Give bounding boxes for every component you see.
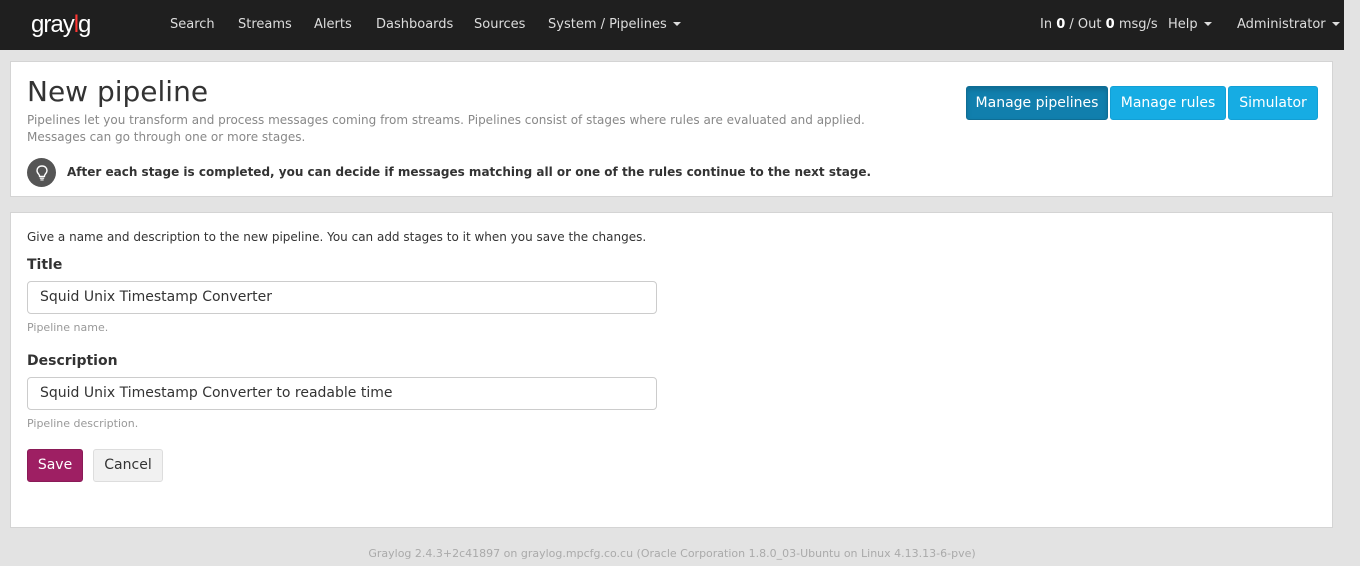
nav-sources[interactable]: Sources bbox=[474, 0, 525, 50]
chevron-down-icon bbox=[1203, 22, 1212, 26]
nav-alerts[interactable]: Alerts bbox=[314, 0, 352, 50]
nav-help-label: Help bbox=[1168, 17, 1198, 32]
lightbulb-icon bbox=[27, 158, 56, 187]
chevron-down-icon bbox=[672, 22, 681, 26]
page-header-panel: New pipeline Pipelines let you transform… bbox=[10, 61, 1333, 197]
nav-user-menu[interactable]: Administrator bbox=[1237, 0, 1340, 50]
throughput-in-value: 0 bbox=[1056, 17, 1066, 32]
nav-streams[interactable]: Streams bbox=[238, 0, 292, 50]
title-label: Title bbox=[27, 257, 63, 273]
logo-text-left: gray bbox=[31, 11, 75, 38]
nav-search[interactable]: Search bbox=[170, 0, 215, 50]
nav-system-label: System / Pipelines bbox=[548, 17, 667, 32]
hint-text: After each stage is completed, you can d… bbox=[67, 165, 872, 179]
throughput-indicator: In 0 / Out 0 msg/s bbox=[1040, 0, 1158, 50]
cancel-button[interactable]: Cancel bbox=[93, 449, 163, 482]
footer-version: Graylog 2.4.3+2c41897 on graylog.mpcfg.c… bbox=[368, 547, 976, 560]
graylog-logo[interactable]: graylg bbox=[31, 11, 91, 39]
description-help: Pipeline description. bbox=[27, 417, 139, 430]
simulator-button[interactable]: Simulator bbox=[1228, 86, 1318, 120]
page-description: Pipelines let you transform and process … bbox=[27, 113, 865, 144]
nav-help[interactable]: Help bbox=[1168, 0, 1212, 50]
nav-user-label: Administrator bbox=[1237, 17, 1326, 32]
throughput-unit: msg/s bbox=[1118, 17, 1158, 32]
nav-dashboards[interactable]: Dashboards bbox=[376, 0, 453, 50]
scrollbar-track bbox=[1344, 0, 1360, 566]
throughput-in-label: In bbox=[1040, 17, 1053, 32]
throughput-out-value: 0 bbox=[1105, 17, 1115, 32]
description-input[interactable]: Squid Unix Timestamp Converter to readab… bbox=[27, 377, 657, 410]
manage-pipelines-button[interactable]: Manage pipelines bbox=[966, 86, 1108, 120]
pipeline-form-panel: Give a name and description to the new p… bbox=[10, 212, 1333, 528]
throughput-separator: / Out bbox=[1065, 17, 1106, 32]
description-label: Description bbox=[27, 353, 118, 369]
logo-text-right: g bbox=[78, 11, 91, 38]
save-button[interactable]: Save bbox=[27, 449, 83, 482]
manage-rules-button[interactable]: Manage rules bbox=[1110, 86, 1226, 120]
page-title: New pipeline bbox=[27, 75, 209, 108]
title-input[interactable]: Squid Unix Timestamp Converter bbox=[27, 281, 657, 314]
form-intro: Give a name and description to the new p… bbox=[27, 230, 647, 244]
nav-system-pipelines[interactable]: System / Pipelines bbox=[548, 0, 681, 50]
title-help: Pipeline name. bbox=[27, 321, 109, 334]
top-navbar: graylg Search Streams Alerts Dashboards … bbox=[0, 0, 1344, 50]
chevron-down-icon bbox=[1331, 22, 1340, 26]
